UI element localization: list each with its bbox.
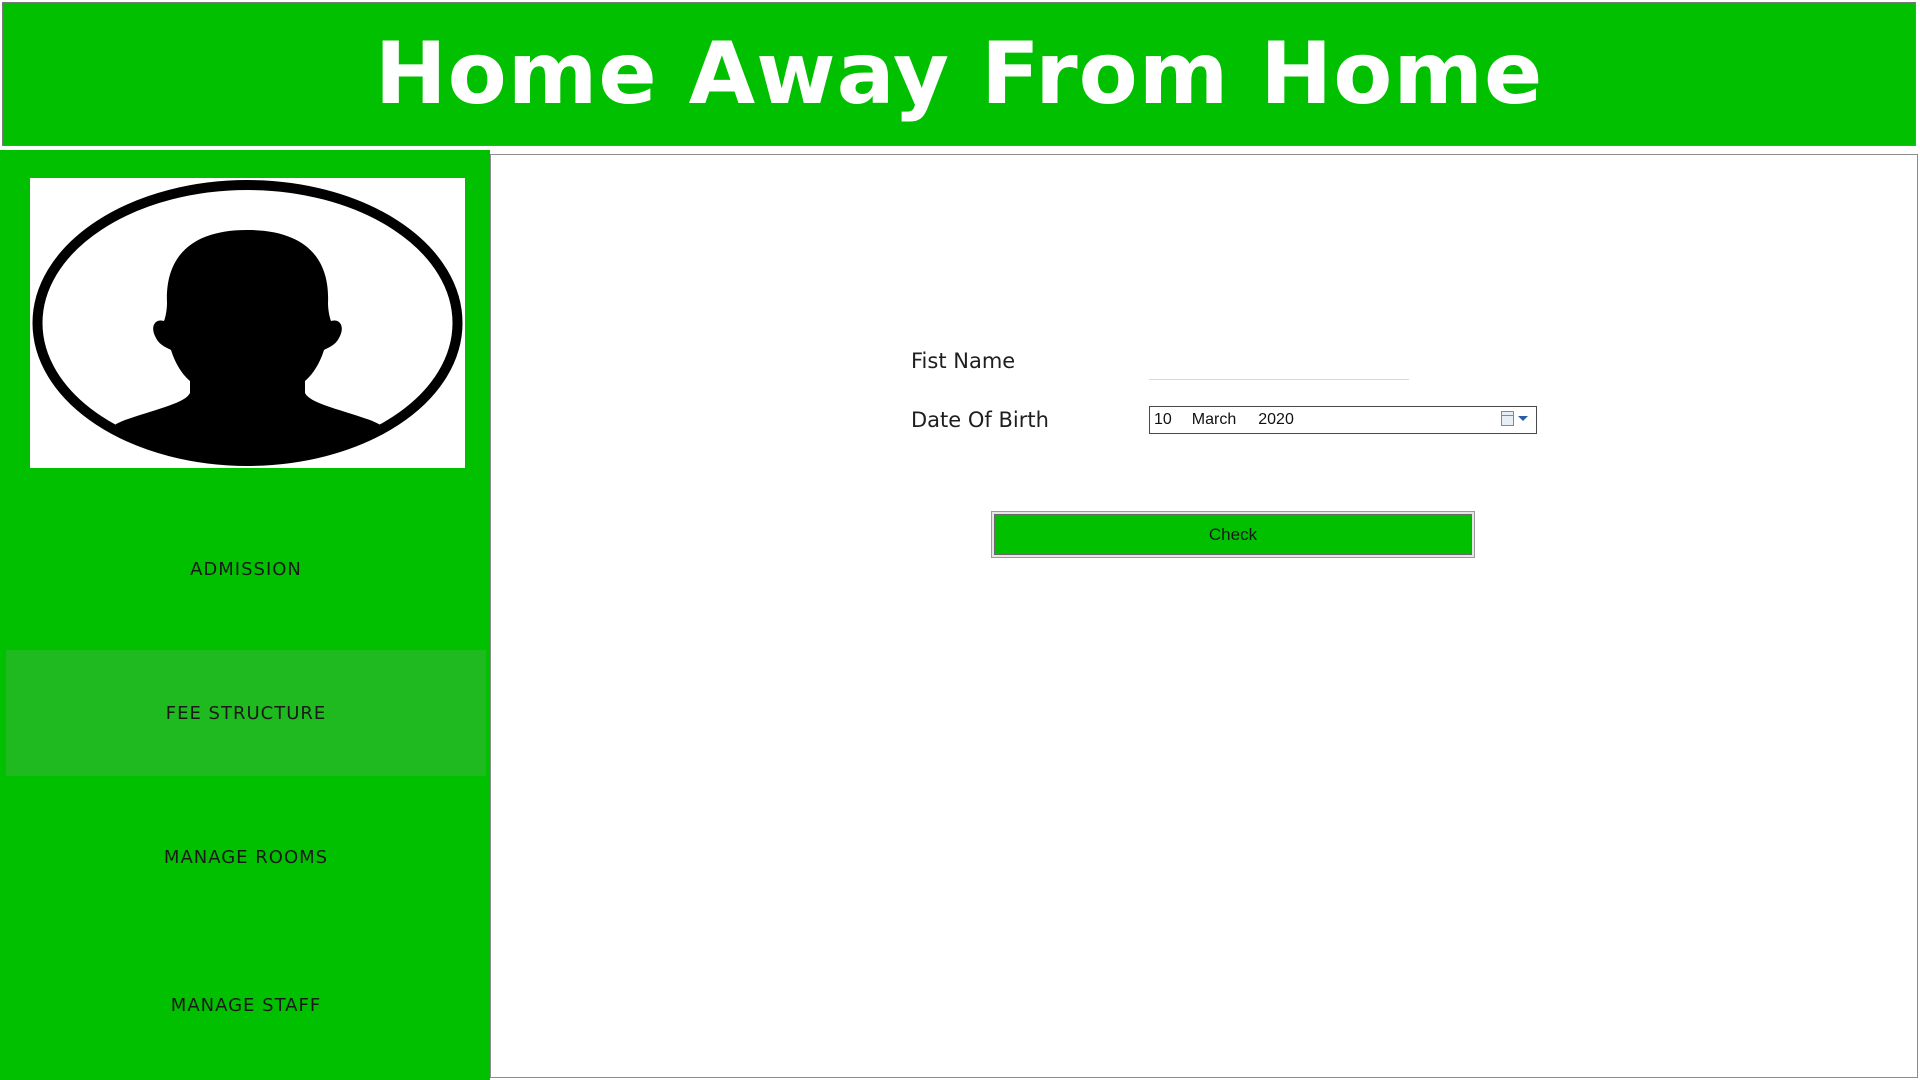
avatar	[30, 178, 465, 468]
date-of-birth-label: Date Of Birth	[911, 408, 1049, 432]
chevron-down-icon	[1518, 416, 1528, 421]
sidebar-item-manage-rooms[interactable]: MANAGE ROOMS	[6, 794, 486, 920]
first-name-field[interactable]	[1149, 351, 1409, 380]
sidebar-item-fee-structure[interactable]: FEE STRUCTURE	[6, 650, 486, 776]
date-of-birth-picker[interactable]: 10 March 2020	[1149, 406, 1537, 434]
first-name-label: Fist Name	[911, 349, 1016, 373]
user-silhouette-icon	[32, 180, 463, 466]
calendar-icon	[1501, 411, 1514, 426]
sidebar-item-admission[interactable]: ADMISSION	[6, 506, 486, 632]
app-header: Home Away From Home	[2, 2, 1916, 146]
calendar-dropdown-button[interactable]	[1501, 411, 1528, 426]
check-button-label: Check	[994, 514, 1472, 555]
check-button[interactable]: Check	[991, 511, 1475, 558]
main-panel: Fist Name Date Of Birth 10 March 2020 Ch…	[490, 154, 1918, 1078]
dob-day[interactable]: 10	[1154, 411, 1172, 429]
dob-year[interactable]: 2020	[1258, 411, 1294, 429]
dob-month[interactable]: March	[1192, 411, 1236, 429]
app-title: Home Away From Home	[374, 24, 1544, 124]
sidebar-item-manage-staff[interactable]: MANAGE STAFF	[6, 942, 486, 1068]
sidebar: ADMISSION FEE STRUCTURE MANAGE ROOMS MAN…	[0, 150, 490, 1080]
